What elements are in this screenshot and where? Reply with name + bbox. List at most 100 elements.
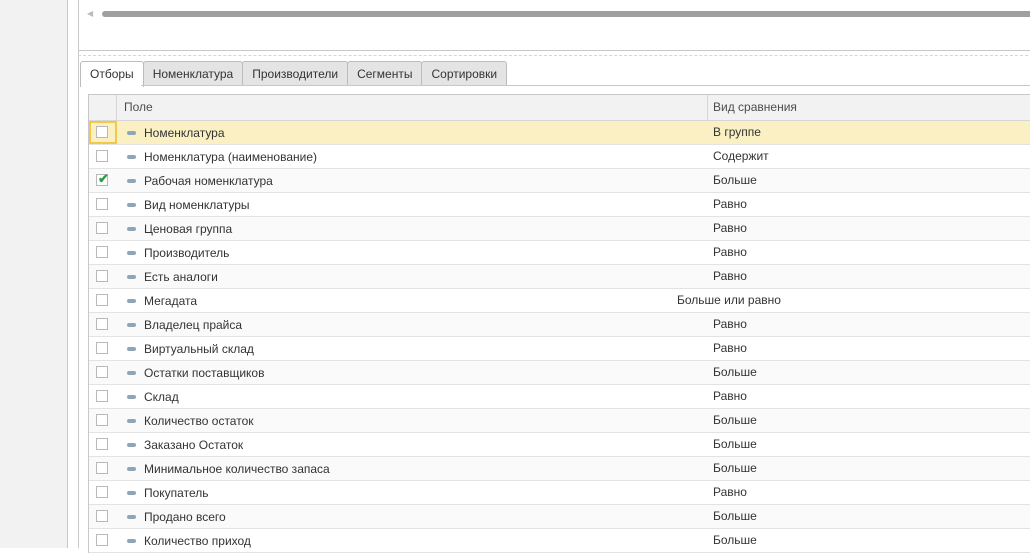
field-cell[interactable]: Заказано Остаток: [117, 433, 708, 456]
table-row[interactable]: Минимальное количество запаса Больше: [89, 457, 1030, 481]
row-checkbox[interactable]: [96, 534, 108, 546]
table-row[interactable]: Продано всего Больше: [89, 505, 1030, 529]
table-row[interactable]: Ценовая группа Равно: [89, 217, 1030, 241]
field-icon: [127, 514, 136, 519]
comparison-cell[interactable]: Больше или равно: [672, 289, 781, 312]
field-cell[interactable]: Виртуальный склад: [117, 337, 708, 360]
scroll-left-arrow-icon[interactable]: ◀: [87, 9, 93, 18]
row-checkbox[interactable]: [96, 342, 108, 354]
splitter[interactable]: [78, 55, 1030, 56]
table-row[interactable]: Виртуальный склад Равно: [89, 337, 1030, 361]
table-row[interactable]: ✔ Рабочая номенклатура Больше: [89, 169, 1030, 193]
row-checkbox[interactable]: [96, 150, 108, 162]
column-header-field[interactable]: Поле: [117, 95, 708, 120]
table-row[interactable]: Количество приход Больше: [89, 529, 1030, 553]
field-cell[interactable]: Номенклатура: [117, 121, 708, 144]
comparison-cell[interactable]: Больше: [708, 409, 757, 432]
field-cell[interactable]: Производитель: [117, 241, 708, 264]
field-cell[interactable]: Остатки поставщиков: [117, 361, 708, 384]
table-row[interactable]: Склад Равно: [89, 385, 1030, 409]
comparison-cell[interactable]: Содержит: [708, 145, 769, 168]
tab-0[interactable]: Отборы: [80, 61, 144, 87]
field-name: Минимальное количество запаса: [144, 461, 330, 476]
comparison-cell[interactable]: Равно: [708, 385, 747, 408]
field-cell[interactable]: Количество приход: [117, 529, 708, 552]
comparison-cell[interactable]: Равно: [708, 313, 747, 336]
comparison-cell[interactable]: Равно: [708, 193, 747, 216]
checkbox-cell: [89, 313, 117, 336]
checkbox-cell: [89, 121, 117, 144]
table-row[interactable]: Владелец прайса Равно: [89, 313, 1030, 337]
row-checkbox[interactable]: [96, 246, 108, 258]
field-cell[interactable]: Владелец прайса: [117, 313, 708, 336]
table-row[interactable]: Есть аналоги Равно: [89, 265, 1030, 289]
field-name: Продано всего: [144, 509, 226, 524]
row-checkbox[interactable]: [96, 462, 108, 474]
tab-4[interactable]: Сортировки: [421, 61, 508, 86]
field-name: Производитель: [144, 245, 230, 260]
row-checkbox[interactable]: [96, 318, 108, 330]
field-name: Виртуальный склад: [144, 341, 254, 356]
field-cell[interactable]: Продано всего: [117, 505, 708, 528]
comparison-cell[interactable]: Равно: [708, 337, 747, 360]
table-row[interactable]: Покупатель Равно: [89, 481, 1030, 505]
checkbox-cell: [89, 217, 117, 240]
table-row[interactable]: Номенклатура В группе: [89, 121, 1030, 145]
field-cell[interactable]: Номенклатура (наименование): [117, 145, 708, 168]
field-icon: [127, 466, 136, 471]
comparison-cell[interactable]: Равно: [708, 481, 747, 504]
table-row[interactable]: Номенклатура (наименование) Содержит: [89, 145, 1030, 169]
comparison-cell[interactable]: Больше: [708, 505, 757, 528]
comparison-cell[interactable]: Больше: [708, 457, 757, 480]
column-header-comparison[interactable]: Вид сравнения: [708, 95, 797, 120]
comparison-cell[interactable]: Равно: [708, 265, 747, 288]
field-cell[interactable]: Вид номенклатуры: [117, 193, 708, 216]
checkbox-cell: [89, 289, 117, 312]
field-name: Владелец прайса: [144, 317, 243, 332]
field-cell[interactable]: Мегадата: [117, 289, 708, 312]
checkbox-cell: [89, 457, 117, 480]
row-checkbox[interactable]: [96, 270, 108, 282]
checkbox-cell: [89, 505, 117, 528]
row-checkbox[interactable]: [96, 198, 108, 210]
table-row[interactable]: Количество остаток Больше: [89, 409, 1030, 433]
comparison-cell[interactable]: В группе: [708, 121, 761, 144]
field-cell[interactable]: Рабочая номенклатура: [117, 169, 708, 192]
row-checkbox[interactable]: ✔: [96, 171, 109, 186]
comparison-cell[interactable]: Больше: [708, 529, 757, 552]
field-cell[interactable]: Количество остаток: [117, 409, 708, 432]
comparison-cell[interactable]: Больше: [708, 361, 757, 384]
tab-3[interactable]: Сегменты: [347, 61, 423, 86]
field-icon: [127, 178, 136, 183]
row-checkbox[interactable]: [96, 510, 108, 522]
row-checkbox[interactable]: [96, 294, 108, 306]
row-checkbox[interactable]: [96, 486, 108, 498]
field-cell[interactable]: Ценовая группа: [117, 217, 708, 240]
tab-2[interactable]: Производители: [242, 61, 349, 86]
comparison-cell[interactable]: Больше: [708, 433, 757, 456]
table-row[interactable]: Вид номенклатуры Равно: [89, 193, 1030, 217]
row-checkbox[interactable]: [96, 366, 108, 378]
checkbox-cell: [89, 361, 117, 384]
row-checkbox[interactable]: [96, 126, 108, 138]
row-checkbox[interactable]: [96, 414, 108, 426]
row-checkbox[interactable]: [96, 222, 108, 234]
tab-bar: Отборы Номенклатура Производители Сегменты С…: [80, 61, 508, 87]
field-cell[interactable]: Есть аналоги: [117, 265, 708, 288]
field-cell[interactable]: Покупатель: [117, 481, 708, 504]
comparison-cell[interactable]: Равно: [708, 217, 747, 240]
table-row[interactable]: Производитель Равно: [89, 241, 1030, 265]
field-cell[interactable]: Минимальное количество запаса: [117, 457, 708, 480]
table-row[interactable]: Заказано Остаток Больше: [89, 433, 1030, 457]
tab-1[interactable]: Номенклатура: [142, 61, 244, 86]
left-panel: [0, 0, 68, 548]
horizontal-scrollbar[interactable]: [102, 11, 1030, 17]
field-cell[interactable]: Склад: [117, 385, 708, 408]
row-checkbox[interactable]: [96, 390, 108, 402]
table-row[interactable]: Мегадата Больше или равно: [89, 289, 1030, 313]
table-row[interactable]: Остатки поставщиков Больше: [89, 361, 1030, 385]
comparison-cell[interactable]: Равно: [708, 241, 747, 264]
comparison-cell[interactable]: Больше: [708, 169, 757, 192]
field-icon: [127, 442, 136, 447]
row-checkbox[interactable]: [96, 438, 108, 450]
